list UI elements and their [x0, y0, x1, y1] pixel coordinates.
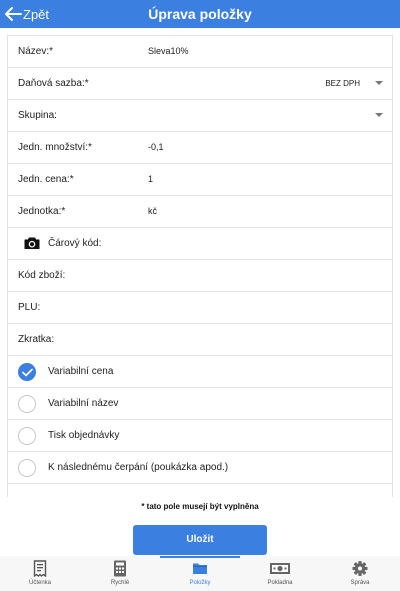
dropdown-caret-icon[interactable]	[375, 113, 383, 117]
unit-price-value[interactable]: 1	[148, 164, 153, 195]
unit-price-field[interactable]: Jedn. cena:* 1	[8, 164, 392, 196]
checkbox-unchecked-icon[interactable]	[18, 459, 36, 477]
barcode-field[interactable]: Čárový kód:	[8, 228, 392, 260]
option-label: Variabilní cena	[48, 366, 114, 377]
checkbox-unchecked-icon[interactable]	[18, 395, 36, 413]
back-label: Zpět	[23, 6, 50, 22]
gear-icon	[352, 561, 368, 576]
tab-label: Účtenka	[28, 580, 51, 586]
plu-field[interactable]: PLU:	[8, 292, 392, 324]
option-voucher[interactable]: K následnému čerpání (poukázka apod.)	[8, 452, 392, 484]
item-code-field[interactable]: Kód zboží:	[8, 260, 392, 292]
unit-label: Jednotka:*	[18, 206, 66, 217]
option-label: Variabilní název	[48, 398, 119, 409]
tab-label: Položky	[189, 580, 211, 586]
option-label: Tisk objednávky	[48, 430, 120, 441]
barcode-label: Čárový kód:	[48, 238, 102, 249]
unit-price-label: Jedn. cena:*	[18, 174, 74, 185]
shortcut-field[interactable]: Zkratka:	[8, 324, 392, 356]
camera-icon[interactable]	[24, 236, 40, 250]
bottom-tab-bar: Účtenka Rychlé Položky Pokladna Správa	[0, 556, 400, 591]
cash-icon	[270, 563, 290, 574]
tab-label: Rychlé	[110, 580, 130, 586]
receipt-icon	[33, 560, 47, 577]
option-print-order[interactable]: Tisk objednávky	[8, 420, 392, 452]
item-code-label: Kód zboží:	[18, 270, 66, 281]
tab-label: Pokladna	[267, 580, 293, 586]
tab-items[interactable]: Položky	[160, 560, 240, 591]
tab-register[interactable]: Pokladna	[240, 560, 320, 591]
plu-label: PLU:	[18, 302, 41, 313]
app-bar: Zpět Úprava položky	[0, 0, 400, 28]
unit-quantity-label: Jedn. množství:*	[18, 142, 92, 153]
folder-icon	[193, 563, 207, 574]
active-tab-indicator	[160, 556, 240, 558]
option-variable-price[interactable]: Variabilní cena	[8, 356, 392, 388]
tab-label: Správa	[350, 580, 370, 586]
tab-receipt[interactable]: Účtenka	[0, 560, 80, 591]
option-label: K následnému čerpání (poukázka apod.)	[48, 462, 229, 473]
tax-rate-label: Daňová sazba:*	[18, 78, 89, 89]
back-button[interactable]: Zpět	[4, 4, 49, 24]
dropdown-caret-icon[interactable]	[375, 81, 383, 85]
tab-quick[interactable]: Rychlé	[80, 560, 160, 591]
tax-rate-value[interactable]: BEZ DPH	[325, 68, 360, 99]
name-field[interactable]: Název:* Sleva10%	[8, 36, 392, 68]
group-select[interactable]: Skupina:	[8, 100, 392, 132]
back-arrow-icon	[5, 7, 22, 21]
calculator-icon	[114, 560, 126, 577]
unit-quantity-value[interactable]: -0,1	[148, 132, 164, 163]
unit-field[interactable]: Jednotka:* kč	[8, 196, 392, 228]
tab-settings[interactable]: Správa	[320, 560, 400, 591]
name-label: Název:*	[18, 46, 54, 57]
group-label: Skupina:	[18, 110, 57, 121]
checkbox-checked-icon[interactable]	[18, 363, 36, 381]
save-button[interactable]: Uložit	[133, 525, 267, 555]
unit-quantity-field[interactable]: Jedn. množství:* -0,1	[8, 132, 392, 164]
item-form: Název:* Sleva10% Daňová sazba:* BEZ DPH …	[7, 35, 393, 497]
shortcut-label: Zkratka:	[18, 334, 55, 345]
page-title: Úprava položky	[148, 6, 252, 22]
unit-value[interactable]: kč	[148, 196, 157, 227]
checkbox-unchecked-icon[interactable]	[18, 427, 36, 445]
option-variable-name[interactable]: Variabilní název	[8, 388, 392, 420]
name-value[interactable]: Sleva10%	[148, 36, 189, 67]
required-note: * tato pole musejí být vyplněna	[141, 502, 259, 511]
tax-rate-select[interactable]: Daňová sazba:* BEZ DPH	[8, 68, 392, 100]
